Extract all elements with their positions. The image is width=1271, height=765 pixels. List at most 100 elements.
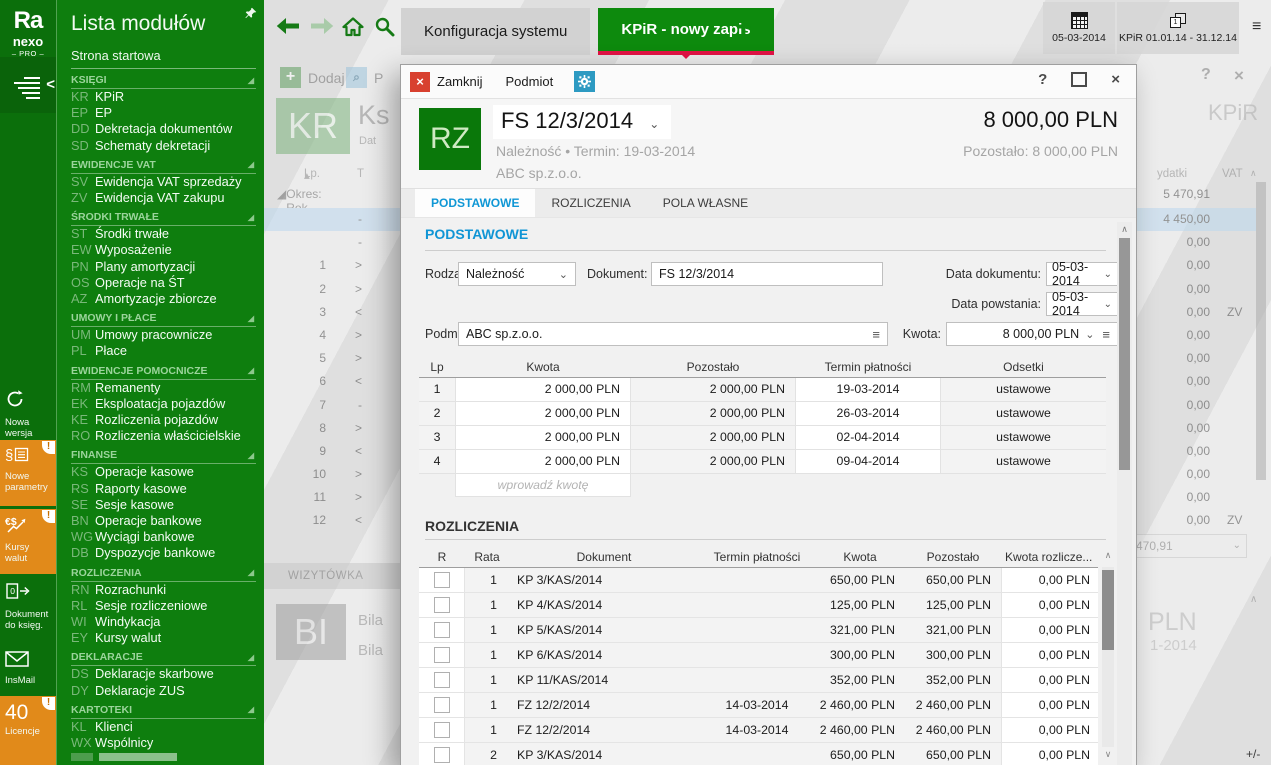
bg-scroll-up2-icon[interactable]: ∧ [1250, 594, 1257, 605]
rodzaj-select[interactable]: Należność ⌄ [458, 262, 576, 286]
bg-group-row[interactable]: ◢ Okres: Rok 2014 [277, 187, 286, 201]
bg-grid-row[interactable]: 8> [264, 417, 400, 440]
cell-odsetki[interactable]: ustawowe [941, 378, 1106, 401]
sidebar-item-klienci[interactable]: KLKlienci [71, 719, 256, 735]
sidebar-item-ewidencja-vat-zakupu[interactable]: ZVEwidencja VAT zakupu [71, 190, 256, 206]
checkbox[interactable] [434, 747, 450, 763]
forward-arrow-icon[interactable] [310, 17, 334, 40]
bg-grid-row[interactable]: 7- [264, 394, 400, 417]
data-dokumentu-select[interactable]: 05-03-2014 ⌄ [1046, 262, 1118, 286]
sidebar-item-raporty-kasowe[interactable]: RSRaporty kasowe [71, 481, 256, 497]
sidebar-item-kursy-walut[interactable]: EYKursy walut [71, 630, 256, 646]
installment-row[interactable]: 32 000,00 PLN2 000,00 PLN02-04-2014ustaw… [419, 426, 1106, 450]
rail-shortcut-nowa-wersja[interactable]: Nowa wersja [0, 383, 56, 435]
cell-rozliczona[interactable]: 0,00 PLN [1001, 668, 1098, 692]
inner-scrollbar-thumb[interactable] [1102, 570, 1114, 650]
close-document-icon[interactable]: × [410, 72, 430, 92]
rozliczenie-row[interactable]: 1KP 6/KAS/2014300,00 PLN300,00 PLN0,00 P… [419, 643, 1098, 668]
module-section-header[interactable]: FINANSE◢ [71, 448, 256, 464]
sidebar-item-umowy-pracownicze[interactable]: UMUmowy pracownicze [71, 327, 256, 343]
cell-rozliczona[interactable]: 0,00 PLN [1001, 618, 1098, 642]
rail-shortcut-kursy-walut[interactable]: €$Kursy walut! [0, 509, 56, 574]
cell-odsetki[interactable]: ustawowe [941, 426, 1106, 449]
back-arrow-icon[interactable] [276, 17, 300, 40]
installment-row[interactable]: 12 000,00 PLN2 000,00 PLN19-03-2014ustaw… [419, 378, 1106, 402]
sidebar-item-wyposa-enie[interactable]: EWWyposażenie [71, 242, 256, 258]
cell-kwota[interactable]: 2 000,00 PLN [455, 426, 631, 449]
cell-kwota[interactable]: 2 000,00 PLN [455, 378, 631, 401]
checkbox[interactable] [434, 572, 450, 588]
bg-grid-row[interactable]: 6< [264, 370, 400, 393]
cell-odsetki[interactable]: ustawowe [941, 402, 1106, 425]
cell-rozliczona[interactable]: 0,00 PLN [1001, 643, 1098, 667]
sidebar-item-dyspozycje-bankowe[interactable]: DBDyspozycje bankowe [71, 545, 256, 561]
bg-grid-row[interactable]: 12< [264, 509, 400, 532]
sidebar-item-operacje-kasowe[interactable]: KSOperacje kasowe [71, 464, 256, 480]
cell-termin[interactable]: 19-03-2014 [795, 378, 941, 401]
checkbox[interactable] [434, 597, 450, 613]
checkbox[interactable] [434, 722, 450, 738]
bg-grid-row[interactable]: 10> [264, 463, 400, 486]
bg-grid-row[interactable]: - [264, 208, 400, 231]
cell-kwota[interactable]: 2 000,00 PLN [455, 402, 631, 425]
dialog-help-button[interactable]: ? [1038, 71, 1047, 88]
rail-shortcut-insmail[interactable]: InsMail [0, 645, 56, 694]
rozliczenie-row[interactable]: 1FZ 12/2/201414-03-20142 460,00 PLN2 460… [419, 718, 1098, 743]
data-powstania-select[interactable]: 05-03-2014 ⌄ [1046, 292, 1118, 316]
dialog-tab-podstawowe[interactable]: PODSTAWOWE [415, 189, 535, 217]
checkbox[interactable] [434, 697, 450, 713]
rozliczenie-row[interactable]: 1KP 4/KAS/2014125,00 PLN125,00 PLN0,00 P… [419, 593, 1098, 618]
checkbox[interactable] [434, 647, 450, 663]
sidebar-item-wsp-lnicy[interactable]: WXWspólnicy [71, 735, 256, 751]
sidebar-item-ep[interactable]: EPEP [71, 105, 256, 121]
module-section-header[interactable]: DEKLARACJE◢ [71, 650, 256, 666]
rail-shortcut-nowe-parametry[interactable]: §Nowe parametry! [0, 440, 56, 506]
home-icon[interactable] [342, 17, 364, 42]
sidebar-item-kpir[interactable]: KRKPiR [71, 89, 256, 105]
sidebar-item-schematy-dekretacji[interactable]: SDSchematy dekretacji [71, 138, 256, 154]
sidebar-item-rozliczenia-pojazd-w[interactable]: KERozliczenia pojazdów [71, 412, 256, 428]
sidebar-item-sesje-kasowe[interactable]: SESesje kasowe [71, 497, 256, 513]
module-section-header[interactable]: EWIDENCJE POMOCNICZE◢ [71, 364, 256, 380]
podmiot-input[interactable]: ABC sp.z.o.o. ≡ [458, 322, 888, 346]
rozliczenie-row[interactable]: 1FZ 12/2/201414-03-20142 460,00 PLN2 460… [419, 693, 1098, 718]
rozliczenie-row[interactable]: 1KP 11/KAS/2014352,00 PLN352,00 PLN0,00 … [419, 668, 1098, 693]
cell-termin[interactable]: 09-04-2014 [795, 450, 941, 473]
tab-konfiguracja-systemu[interactable]: Konfiguracja systemu [401, 8, 590, 55]
dialog-scrollbar[interactable]: ∧ [1117, 222, 1132, 765]
sidebar-item-windykacja[interactable]: WIWindykacja [71, 614, 256, 630]
sidebar-item-p-ace[interactable]: PLPłace [71, 343, 256, 359]
cell-odsetki[interactable]: ustawowe [941, 450, 1106, 473]
bg-help-button[interactable]: ? [1201, 66, 1211, 84]
search-icon[interactable] [374, 16, 395, 42]
cell-rozliczona[interactable]: 0,00 PLN [1001, 568, 1098, 592]
kwota-placeholder[interactable]: wprowadź kwotę [455, 474, 631, 497]
bg-grid-row[interactable]: 1> [264, 254, 400, 277]
bg-scroll-up-icon[interactable]: ∧ [1250, 168, 1257, 179]
rail-shortcut-dokument-do-ksi-g[interactable]: 0Dokument do księg. [0, 576, 56, 642]
sidebar-item-operacje-na-t[interactable]: OSOperacje na ŚT [71, 275, 256, 291]
new-tab-button[interactable]: + [736, 12, 752, 43]
cell-rozliczona[interactable]: 0,00 PLN [1001, 593, 1098, 617]
bg-grid-row[interactable]: - [264, 231, 400, 254]
dialog-close-button[interactable]: × [1111, 71, 1120, 88]
rozliczenie-row[interactable]: 1KP 3/KAS/2014650,00 PLN650,00 PLN0,00 P… [419, 568, 1098, 593]
dialog-tab-rozliczenia[interactable]: ROZLICZENIA [535, 189, 646, 217]
bg-wizytowka-bar[interactable]: WIZYTÓWKA [264, 563, 400, 589]
rozliczenie-row[interactable]: 2KP 3/KAS/2014650,00 PLN650,00 PLN0,00 P… [419, 743, 1098, 765]
cell-termin[interactable]: 02-04-2014 [795, 426, 941, 449]
dialog-scroll-up-icon[interactable]: ∧ [1117, 224, 1132, 235]
sidebar-item-strona-startowa[interactable]: Strona startowa [71, 46, 256, 69]
sidebar-item-ewidencja-vat-sprzeda-y[interactable]: SVEwidencja VAT sprzedaży [71, 174, 256, 190]
rail-shortcut-licencje[interactable]: 40Licencje! [0, 696, 56, 765]
add-button-label[interactable]: Dodaj [308, 70, 345, 86]
checkbox[interactable] [434, 622, 450, 638]
sidebar-item-sesje-rozliczeniowe[interactable]: RLSesje rozliczeniowe [71, 598, 256, 614]
installment-row[interactable]: 22 000,00 PLN2 000,00 PLN26-03-2014ustaw… [419, 402, 1106, 426]
cell-rozliczona[interactable]: 0,00 PLN [1001, 693, 1098, 717]
cell-rozliczona[interactable]: 0,00 PLN [1001, 718, 1098, 742]
bg-grid-row[interactable]: 9< [264, 440, 400, 463]
module-section-header[interactable]: KARTOTEKI◢ [71, 703, 256, 719]
sidebar-item-rozliczenia-w-a-cicielskie[interactable]: RORozliczenia właścicielskie [71, 428, 256, 444]
active-module-indicator[interactable]: < [0, 57, 56, 113]
